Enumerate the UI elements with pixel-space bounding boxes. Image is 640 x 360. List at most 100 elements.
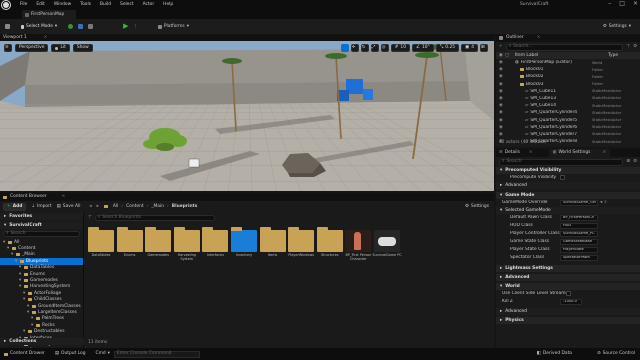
visibility-icon[interactable]: ◉ [499,125,515,130]
rotate-tool-button[interactable]: ↻ [360,44,369,52]
asset-tile[interactable]: SurvivalGame PC [372,230,402,258]
outliner-row[interactable]: ◉ ▱ SM_QuarterCylinder6 StaticMeshActor [496,124,640,131]
asset-tile[interactable]: Structures [315,227,345,258]
layout-icon[interactable]: ⊞ [626,159,630,164]
checkbox[interactable] [560,175,565,180]
filter-icon[interactable]: ⊤ [626,44,630,49]
visibility-icon[interactable]: ◉ [499,60,515,65]
menu-item-build[interactable]: Build [100,2,111,7]
outliner-search-input[interactable]: ⌕ Search... [505,43,624,51]
visibility-icon[interactable]: ◉ [499,132,515,137]
tab-world-settings[interactable]: ◍ World Settings × [548,149,611,157]
visibility-icon[interactable]: ◉ [499,74,515,79]
derived-data-button[interactable]: ◧ Derived Data [537,351,572,356]
project-header[interactable]: ▾ SurvivalCraft [0,222,83,229]
rotation-snap-button[interactable]: ∠ 10° [412,44,434,52]
kill-z-input[interactable]: -1000.0 [560,298,582,305]
section-game-mode[interactable]: ▾ Game Mode [496,192,640,199]
breadcrumb-item[interactable]: Blueprints [172,204,198,209]
asset-tile[interactable]: Harvesting System [172,227,202,262]
gamemode-override-select[interactable]: SurvivalGame_GM [560,199,598,206]
outliner-row[interactable]: ◉ ◍ FirstPersonMap (Editor) World [496,59,640,66]
select-mode-button[interactable]: Select Mode ▾ [18,22,61,31]
output-log-button[interactable]: ▤ Output Log [55,351,86,356]
hud-class-select[interactable]: HUD [560,222,598,229]
section-selected-gamemode[interactable]: ▾ Selected GameMode [496,207,640,214]
close-icon[interactable]: × [44,35,48,40]
section-advanced[interactable]: ▸ Advanced [496,308,640,315]
asset-tile[interactable]: Interfaces [200,227,230,258]
outliner-row[interactable]: ◉ ▱ SM_Cube14 StaticMeshActor [496,102,640,109]
back-icon[interactable]: ◂ [89,204,91,209]
collections-header[interactable]: ▸ Collections [0,338,84,345]
section-world[interactable]: ▾ World [496,283,640,290]
menu-item-select[interactable]: Select [120,2,134,7]
camera-speed-button[interactable]: ▣ 4 [461,44,478,52]
unreal-logo-icon[interactable] [1,0,11,10]
outliner-row[interactable]: ◉ Block03 Folder [496,81,640,88]
asset-tile[interactable]: Enums [115,227,145,258]
content-browser-tab[interactable]: Content Browser × [0,193,494,201]
favorites-header[interactable]: ▸ Favorites [0,213,83,220]
close-icon[interactable]: × [602,150,606,155]
platforms-button[interactable]: Platforms ▾ [157,24,189,29]
outliner-row[interactable]: ◉ ▱ SM_Cube13 StaticMeshActor [496,95,640,102]
import-button[interactable]: ⇣ Import [31,204,51,209]
viewport-options-button[interactable]: ≡ [4,44,12,52]
close-icon[interactable]: × [529,150,533,155]
outliner-row[interactable]: ◉ Block02 Folder [496,73,640,80]
grid-snap-button[interactable]: # 10 [390,44,411,52]
save-icon[interactable] [5,24,10,29]
maximize-icon[interactable]: □ [619,0,625,8]
player-state-select[interactable]: PlayerState [560,246,598,253]
move-tool-button[interactable]: ✛ [350,44,359,52]
section-physics[interactable]: ▸ Physics [496,317,640,324]
scale-snap-button[interactable]: ⤡ 0.25 [435,44,460,52]
viewport-scene[interactable] [0,41,494,191]
save-all-button[interactable]: ▤ Save All [57,204,81,209]
select-tool-button[interactable] [340,44,349,52]
menu-item-edit[interactable]: Edit [36,2,45,7]
menu-item-file[interactable]: File [20,2,27,7]
game-state-select[interactable]: GameStateBase [560,238,598,245]
filter-icon[interactable]: ⊤ [88,215,92,220]
spectator-class-select[interactable]: SpectatorPawn [560,254,598,261]
section-advanced[interactable]: ▸ Advanced [496,182,640,189]
close-icon[interactable]: × [537,35,541,40]
asset-tile[interactable]: Items [258,227,288,258]
visibility-icon[interactable]: ◉ [499,96,515,101]
scale-tool-button[interactable]: ⤢ [370,44,379,52]
perspective-button[interactable]: Perspective [15,44,49,52]
player-controller-select[interactable]: SurvivalGame_PC [560,230,598,237]
menu-item-tools[interactable]: Tools [80,2,91,7]
add-button[interactable]: + Add [3,202,27,211]
visibility-icon[interactable]: ◉ [499,110,515,115]
play-options-icon[interactable]: ⋮ [134,24,138,29]
tree-search-input[interactable]: ⌕ Search [3,231,80,237]
asset-tile[interactable]: Gamemodes [143,227,173,258]
breadcrumb-item[interactable]: Content [126,204,143,209]
console-input[interactable]: Enter Console Command [113,350,200,358]
asset-search-input[interactable]: ⌕ Search Blueprints [94,214,215,221]
content-settings-button[interactable]: ⚙ Settings [465,204,489,209]
outliner-row[interactable]: ◉ Block01 Folder [496,66,640,73]
outliner-row[interactable]: ◉ ▱ SM_QuarterCylinder5 StaticMeshActor [496,117,640,124]
source-control-button[interactable]: ⊘ Source Control [597,351,635,356]
browse-icon[interactable]: ◂ [600,200,602,205]
asset-tile[interactable]: Inventory [229,227,259,258]
asset-tile[interactable]: DataTables [86,227,116,258]
close-icon[interactable]: × [633,0,638,8]
close-icon[interactable]: × [62,194,66,199]
default-pawn-select[interactable]: BP_FirstPersonCh [560,214,598,221]
show-button[interactable]: Show [72,44,93,52]
visibility-icon[interactable]: ◉ [499,89,515,94]
asset-tile[interactable]: PlayerWindows [286,227,316,258]
menu-item-window[interactable]: Window [54,2,71,7]
visibility-icon[interactable]: ◉ [499,82,515,87]
minimize-icon[interactable]: – [608,0,611,8]
outliner-row[interactable]: ◉ ▱ SM_Cube11 StaticMeshActor [496,88,640,95]
outliner-tab[interactable]: Outliner × [496,34,640,42]
visibility-icon[interactable]: ◉ [499,118,515,123]
add-content-icon[interactable] [68,24,74,29]
forward-icon[interactable]: ▸ [97,204,99,209]
